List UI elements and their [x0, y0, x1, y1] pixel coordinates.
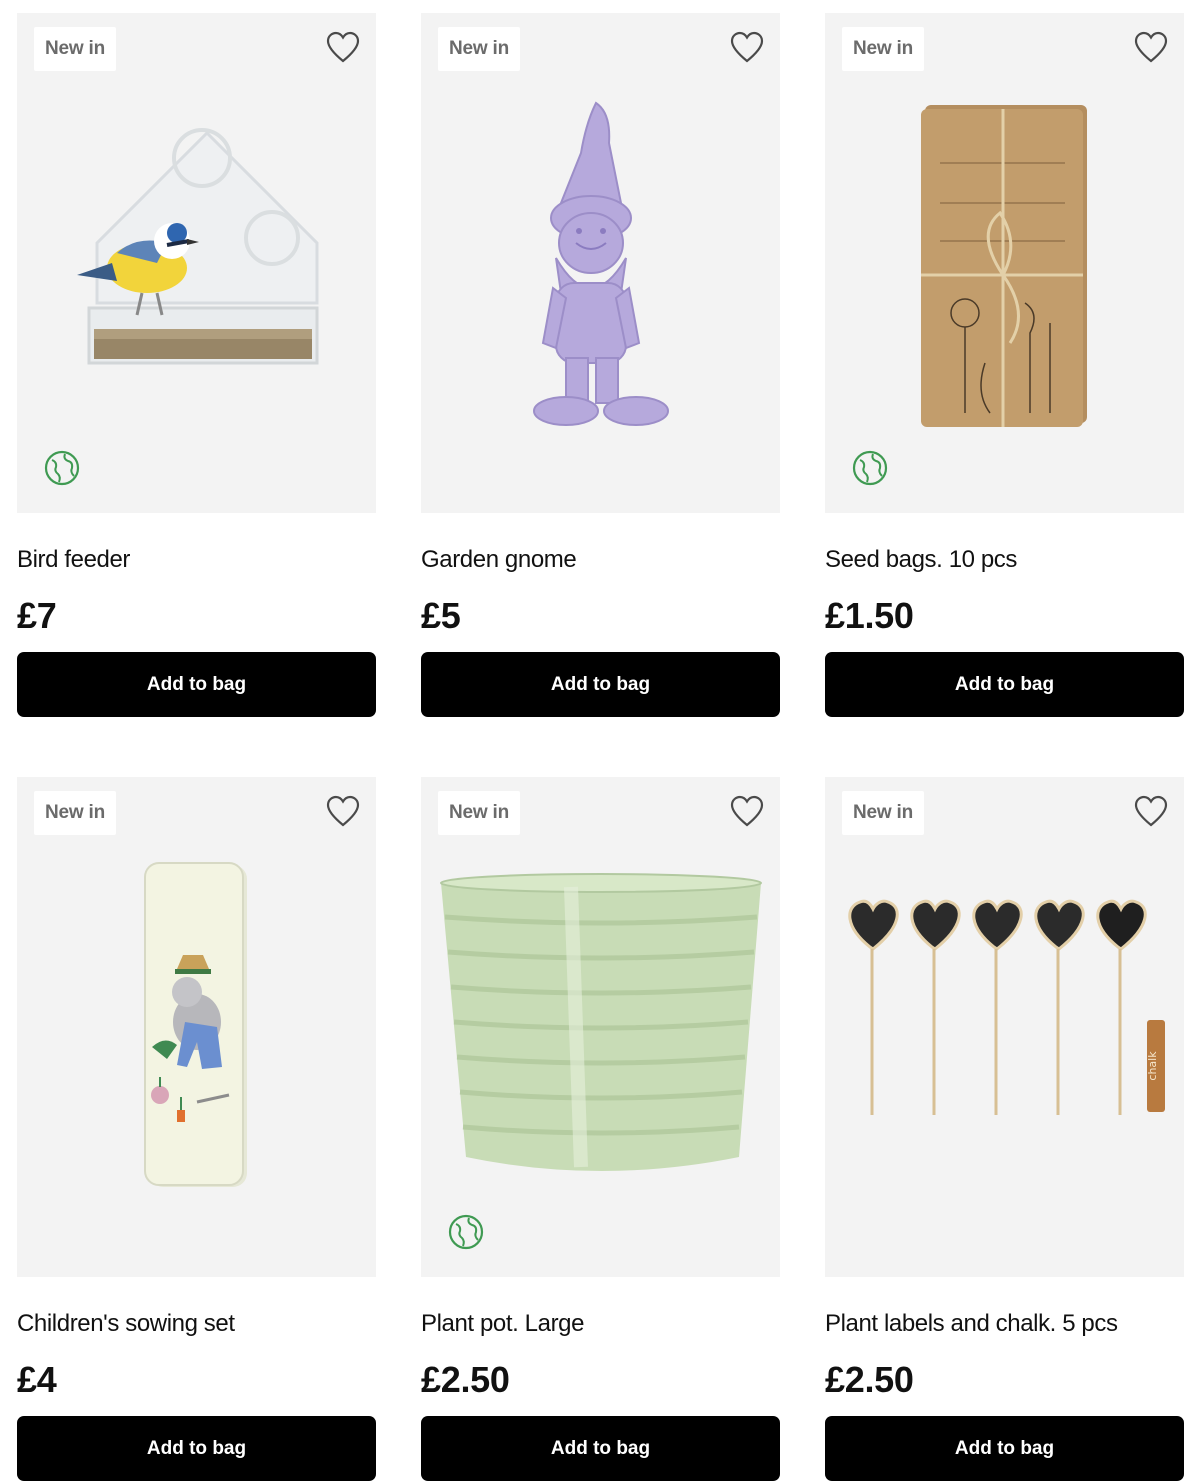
add-to-bag-button[interactable]: Add to bag: [825, 652, 1184, 717]
sowing-set-image: [144, 862, 247, 1187]
product-image-area[interactable]: New in: [17, 13, 376, 513]
seed-bags-image: [921, 105, 1087, 427]
add-to-bag-button[interactable]: Add to bag: [421, 1416, 780, 1481]
product-card: New in Bird feeder £7 Add to bag: [17, 13, 376, 717]
heart-icon[interactable]: [730, 795, 764, 829]
product-price: £5: [421, 595, 461, 636]
bird-feeder-image: [77, 128, 319, 365]
product-card: New in Seed bags. 10 pcs £1.50 Add to ba…: [825, 13, 1184, 717]
product-image-area[interactable]: New in: [17, 777, 376, 1277]
eco-globe-icon: [448, 1214, 484, 1250]
product-image-area[interactable]: New in: [421, 13, 780, 513]
add-to-bag-button[interactable]: Add to bag: [421, 652, 780, 717]
plant-labels-image: chalk: [848, 899, 1165, 1115]
eco-globe-icon: [852, 450, 888, 486]
product-title[interactable]: Seed bags. 10 pcs: [825, 545, 1184, 575]
product-price: £7: [17, 595, 57, 636]
new-in-badge: New in: [438, 791, 521, 835]
product-grid: New in Bird feeder £7 Add to bag New in …: [17, 13, 1185, 1481]
eco-globe-icon: [44, 450, 80, 486]
garden-gnome-image: [533, 101, 669, 426]
product-image-area[interactable]: New in: [825, 13, 1184, 513]
heart-icon[interactable]: [730, 31, 764, 65]
product-title[interactable]: Children's sowing set: [17, 1309, 376, 1339]
heart-icon[interactable]: [1134, 795, 1168, 829]
product-title[interactable]: Plant labels and chalk. 5 pcs: [825, 1309, 1184, 1339]
heart-icon[interactable]: [1134, 31, 1168, 65]
add-to-bag-button[interactable]: Add to bag: [825, 1416, 1184, 1481]
product-price: £1.50: [825, 595, 914, 636]
heart-icon[interactable]: [326, 795, 360, 829]
product-title[interactable]: Garden gnome: [421, 545, 780, 575]
new-in-badge: New in: [34, 27, 117, 71]
product-title[interactable]: Bird feeder: [17, 545, 376, 575]
plant-pot-image: [440, 873, 762, 1171]
product-image-area[interactable]: chalk New in: [825, 777, 1184, 1277]
product-price: £2.50: [421, 1359, 510, 1400]
product-card: New in Plant pot. Large £2.50 Add to bag: [421, 777, 780, 1481]
product-card: chalk New in Plant labels and chalk. 5 p…: [825, 777, 1184, 1481]
product-card: New in Garden gnome £5 Add to bag: [421, 13, 780, 717]
new-in-badge: New in: [438, 27, 521, 71]
add-to-bag-button[interactable]: Add to bag: [17, 1416, 376, 1481]
product-price: £4: [17, 1359, 57, 1400]
product-image-area[interactable]: New in: [421, 777, 780, 1277]
product-card: New in Children's sowing set £4 Add to b…: [17, 777, 376, 1481]
chalk-label: chalk: [1146, 1051, 1159, 1081]
add-to-bag-button[interactable]: Add to bag: [17, 652, 376, 717]
product-title[interactable]: Plant pot. Large: [421, 1309, 780, 1339]
new-in-badge: New in: [842, 791, 925, 835]
new-in-badge: New in: [842, 27, 925, 71]
new-in-badge: New in: [34, 791, 117, 835]
product-price: £2.50: [825, 1359, 914, 1400]
heart-icon[interactable]: [326, 31, 360, 65]
